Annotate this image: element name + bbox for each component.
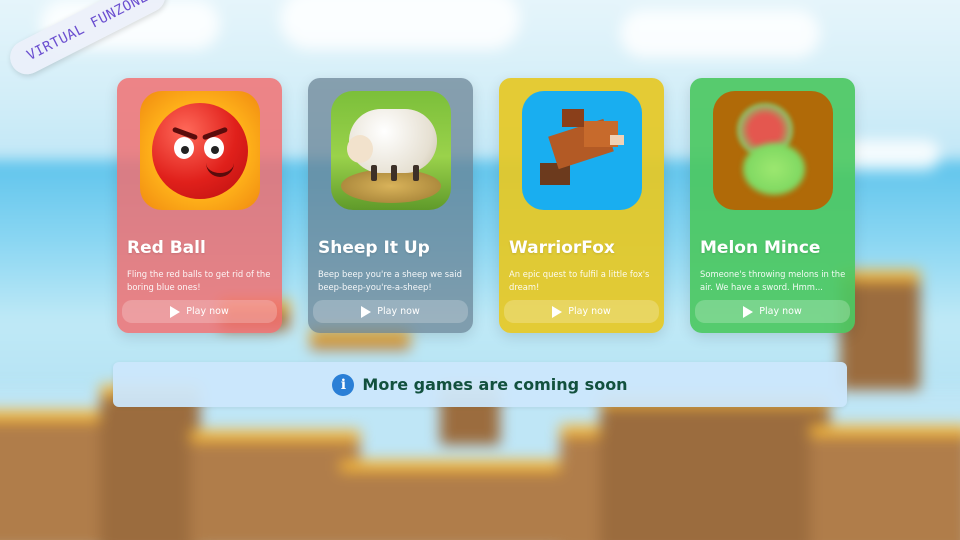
play-label: Play now: [759, 306, 802, 317]
notice-text: More games are coming soon: [362, 375, 628, 394]
play-icon: [170, 305, 181, 318]
play-now-button[interactable]: Play now: [695, 300, 850, 323]
play-icon: [552, 305, 563, 318]
card-title: Melon Mince: [700, 238, 821, 258]
card-description: Beep beep you're a sheep we said beep-be…: [318, 269, 462, 292]
info-icon: i: [332, 373, 355, 396]
game-card-warriorfox[interactable]: WarriorFox An epic quest to fulfil a lit…: [499, 78, 664, 333]
play-now-button[interactable]: Play now: [313, 300, 468, 323]
play-icon: [743, 305, 754, 318]
fox-thumbnail[interactable]: [522, 91, 642, 210]
play-now-button[interactable]: Play now: [504, 300, 659, 323]
card-description: Someone's throwing melons in the air. We…: [700, 269, 846, 292]
game-card-red-ball[interactable]: Red Ball Fling the red balls to get rid …: [117, 78, 282, 333]
card-title: WarriorFox: [509, 238, 615, 258]
card-description: Fling the red balls to get rid of the bo…: [127, 269, 271, 292]
game-cards: Red Ball Fling the red balls to get rid …: [117, 78, 857, 333]
red-ball-thumbnail[interactable]: [140, 91, 260, 210]
game-card-sheep-it-up[interactable]: Sheep It Up Beep beep you're a sheep we …: [308, 78, 473, 333]
card-title: Red Ball: [127, 238, 206, 258]
play-label: Play now: [377, 306, 420, 317]
play-label: Play now: [186, 306, 229, 317]
coming-soon-notice: i More games are coming soon: [113, 362, 847, 407]
play-icon: [361, 305, 372, 318]
game-card-melon-mince[interactable]: Melon Mince Someone's throwing melons in…: [690, 78, 855, 333]
card-title: Sheep It Up: [318, 238, 430, 258]
play-label: Play now: [568, 306, 611, 317]
sheep-thumbnail[interactable]: [331, 91, 451, 210]
play-now-button[interactable]: Play now: [122, 300, 277, 323]
melon-thumbnail[interactable]: [713, 91, 833, 210]
card-description: An epic quest to fulfil a little fox's d…: [509, 269, 650, 292]
